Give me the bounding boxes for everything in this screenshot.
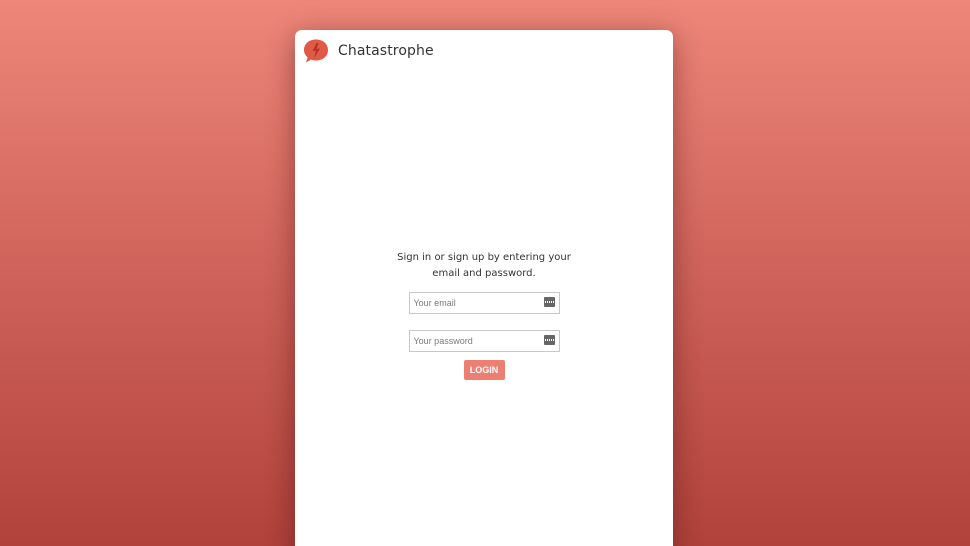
- password-field[interactable]: [408, 330, 560, 352]
- email-field[interactable]: [408, 292, 560, 314]
- login-button[interactable]: LOGIN: [463, 360, 505, 380]
- app-header: Chatastrophe: [303, 38, 434, 64]
- email-input[interactable]: [409, 293, 544, 313]
- password-manager-key-icon[interactable]: [543, 335, 555, 345]
- login-instructions: Sign in or sign up by entering your emai…: [397, 252, 571, 279]
- password-input[interactable]: [409, 331, 544, 351]
- login-form: Sign in or sign up by entering your emai…: [295, 250, 673, 380]
- speech-bubble-logo-icon: [304, 39, 328, 63]
- password-manager-key-icon[interactable]: [543, 297, 555, 307]
- app-title: Chatastrophe: [338, 43, 434, 59]
- login-card: Chatastrophe Sign in or sign up by enter…: [295, 30, 673, 546]
